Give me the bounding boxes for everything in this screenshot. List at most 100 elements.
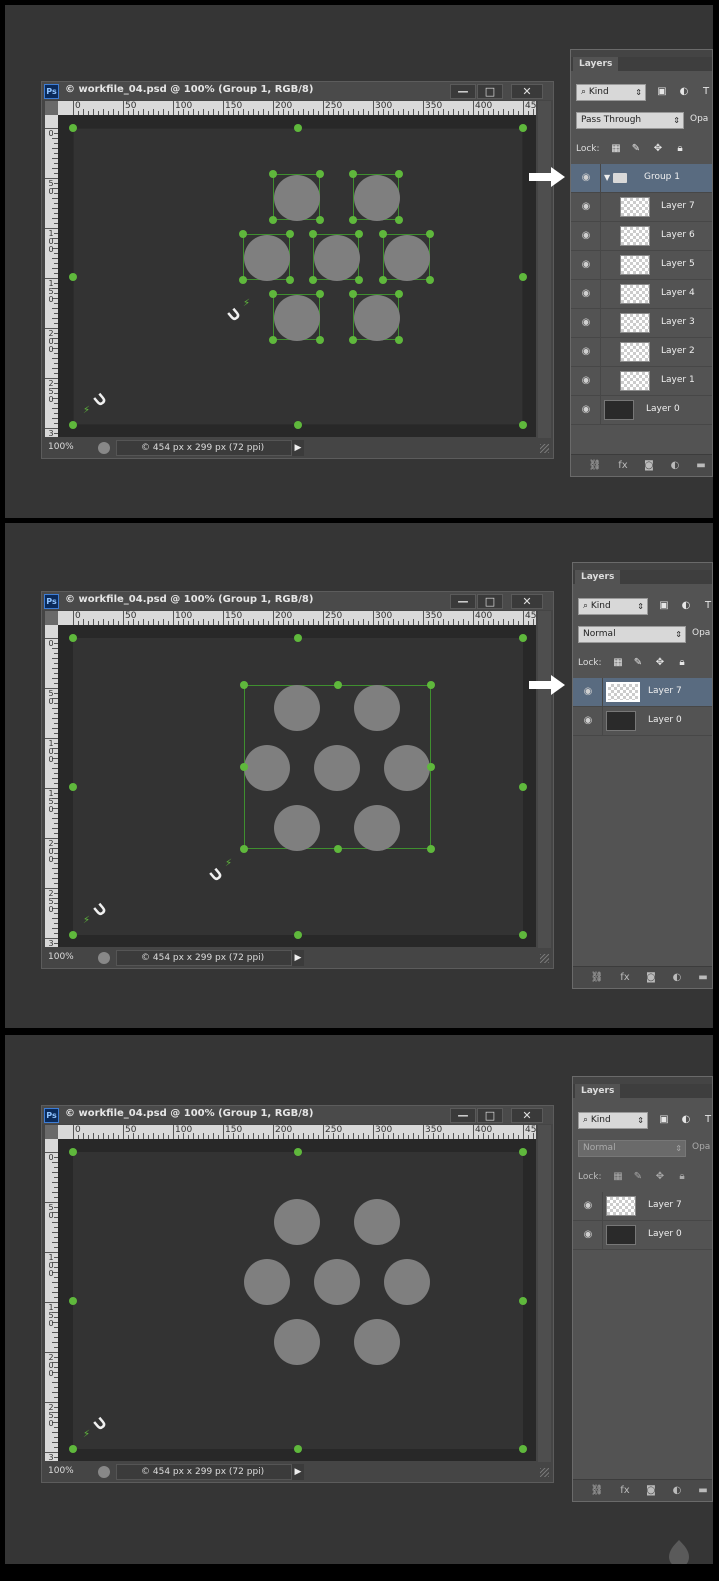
selection-handle[interactable] bbox=[379, 230, 387, 238]
transform-handle[interactable] bbox=[69, 783, 77, 791]
transform-handle[interactable] bbox=[294, 124, 302, 132]
eye-icon[interactable]: ◉ bbox=[580, 347, 592, 357]
mask-icon[interactable]: ◙ bbox=[642, 459, 656, 473]
filter-kind-select[interactable]: ⌕ Kind ⇕ bbox=[576, 84, 646, 101]
selection-handle[interactable] bbox=[427, 681, 435, 689]
transform-handle[interactable] bbox=[519, 783, 527, 791]
resize-grip-icon[interactable] bbox=[540, 444, 549, 453]
selection-handle[interactable] bbox=[286, 230, 294, 238]
adjustment-icon[interactable]: ◐ bbox=[670, 971, 684, 985]
lock-move-icon[interactable]: ✥ bbox=[654, 657, 666, 669]
selection-handle[interactable] bbox=[355, 230, 363, 238]
selection-handle[interactable] bbox=[309, 276, 317, 284]
transform-handle[interactable] bbox=[69, 634, 77, 642]
selection-handle[interactable] bbox=[240, 681, 248, 689]
circle-shape[interactable] bbox=[274, 175, 320, 221]
minimize-button[interactable]: — bbox=[450, 1108, 476, 1123]
blend-mode-select[interactable]: Normal ⇕ bbox=[578, 626, 686, 643]
adjustment-filter-icon[interactable]: ◐ bbox=[678, 86, 690, 98]
circle-shape[interactable] bbox=[274, 805, 320, 851]
selection-handle[interactable] bbox=[316, 216, 324, 224]
document-canvas[interactable]: ∪ ⚡ bbox=[69, 1148, 527, 1453]
vertical-scrollbar[interactable] bbox=[538, 101, 551, 438]
layer-row[interactable]: ◉ Layer 1 bbox=[571, 367, 712, 396]
new-group-icon[interactable]: ▬ bbox=[696, 971, 710, 985]
circle-shape[interactable] bbox=[354, 685, 400, 731]
circle-shape[interactable] bbox=[244, 745, 290, 791]
lock-brush-icon[interactable]: ✎ bbox=[632, 1171, 644, 1183]
resize-grip-icon[interactable] bbox=[540, 954, 549, 963]
circle-shape[interactable] bbox=[274, 1319, 320, 1365]
circle-shape[interactable] bbox=[274, 295, 320, 341]
link-icon[interactable]: ⛓ bbox=[590, 971, 604, 985]
lock-brush-icon[interactable]: ✎ bbox=[630, 143, 642, 155]
transform-handle[interactable] bbox=[294, 931, 302, 939]
ruler-origin[interactable] bbox=[45, 611, 58, 625]
vertical-ruler[interactable]: 0 5 0 1 0 0 1 5 0 2 0 0 2 5 0 3 bbox=[45, 115, 58, 437]
selection-handle[interactable] bbox=[395, 216, 403, 224]
canvas-area[interactable]: ∪ ⚡ ∪ ⚡ bbox=[58, 115, 536, 437]
close-button[interactable]: ✕ bbox=[511, 1108, 543, 1123]
lock-transparent-icon[interactable]: ▦ bbox=[612, 657, 624, 669]
transform-handle[interactable] bbox=[519, 1297, 527, 1305]
eye-icon[interactable]: ◉ bbox=[580, 173, 592, 183]
filter-kind-select[interactable]: ⌕ Kind ⇕ bbox=[578, 1112, 648, 1129]
transform-handle[interactable] bbox=[69, 1445, 77, 1453]
eye-icon[interactable]: ◉ bbox=[580, 289, 592, 299]
eye-icon[interactable]: ◉ bbox=[580, 405, 592, 415]
fx-icon[interactable]: fx bbox=[616, 459, 630, 473]
circle-shape[interactable] bbox=[384, 235, 430, 281]
filter-kind-select[interactable]: ⌕ Kind ⇕ bbox=[578, 598, 648, 615]
selection-handle[interactable] bbox=[395, 336, 403, 344]
selection-handle[interactable] bbox=[316, 290, 324, 298]
mask-icon[interactable]: ◙ bbox=[644, 1484, 658, 1498]
transform-handle[interactable] bbox=[519, 931, 527, 939]
maximize-button[interactable]: □ bbox=[477, 84, 503, 99]
selection-handle[interactable] bbox=[269, 170, 277, 178]
vertical-scrollbar[interactable] bbox=[538, 1125, 551, 1462]
fx-icon[interactable]: fx bbox=[618, 971, 632, 985]
transform-handle[interactable] bbox=[69, 1297, 77, 1305]
selection-handle[interactable] bbox=[239, 230, 247, 238]
close-button[interactable]: ✕ bbox=[511, 84, 543, 99]
selection-handle[interactable] bbox=[349, 336, 357, 344]
lock-all-icon[interactable]: 🔒︎ bbox=[676, 1171, 688, 1183]
transform-handle[interactable] bbox=[69, 124, 77, 132]
transform-handle[interactable] bbox=[69, 273, 77, 281]
type-filter-icon[interactable]: T bbox=[702, 600, 712, 612]
image-filter-icon[interactable]: ▣ bbox=[658, 1114, 670, 1126]
type-filter-icon[interactable]: T bbox=[700, 86, 712, 98]
panel-header[interactable] bbox=[571, 50, 712, 57]
new-group-icon[interactable]: ▬ bbox=[694, 459, 708, 473]
circle-shape[interactable] bbox=[314, 745, 360, 791]
adjustment-icon[interactable]: ◐ bbox=[670, 1484, 684, 1498]
selection-handle[interactable] bbox=[427, 845, 435, 853]
transform-handle[interactable] bbox=[294, 421, 302, 429]
horizontal-ruler[interactable]: 0 50 100 150 200 250 300 350 400 450 bbox=[58, 1125, 536, 1139]
lock-transparent-icon[interactable]: ▦ bbox=[610, 143, 622, 155]
circle-shape[interactable] bbox=[314, 1259, 360, 1305]
transform-handle[interactable] bbox=[519, 1148, 527, 1156]
layer-row[interactable]: ◉ Layer 7 bbox=[571, 193, 712, 222]
circle-shape[interactable] bbox=[354, 1319, 400, 1365]
window-titlebar[interactable]: Ps © workfile_04.psd @ 100% (Group 1, RG… bbox=[42, 1106, 553, 1124]
selection-handle[interactable] bbox=[334, 845, 342, 853]
circle-shape[interactable] bbox=[384, 745, 430, 791]
panel-header[interactable] bbox=[573, 563, 712, 570]
lock-all-icon[interactable]: 🔒︎ bbox=[674, 143, 686, 155]
transform-handle[interactable] bbox=[69, 1148, 77, 1156]
status-menu-arrow[interactable]: ▶ bbox=[292, 440, 304, 456]
mask-icon[interactable]: ◙ bbox=[644, 971, 658, 985]
horizontal-ruler[interactable]: 0 50 100 150 200 250 300 350 400 450 bbox=[58, 101, 536, 115]
transform-handle[interactable] bbox=[519, 124, 527, 132]
expand-triangle-icon[interactable]: ▼ bbox=[604, 173, 610, 182]
transform-handle[interactable] bbox=[519, 273, 527, 281]
selection-handle[interactable] bbox=[349, 216, 357, 224]
zoom-level[interactable]: 100% bbox=[48, 952, 74, 962]
selection-handle[interactable] bbox=[240, 763, 248, 771]
layer-row[interactable]: ◉ Layer 4 bbox=[571, 280, 712, 309]
transform-handle[interactable] bbox=[519, 1445, 527, 1453]
layer-row[interactable]: ◉ Layer 7 bbox=[573, 1192, 712, 1221]
zoom-level[interactable]: 100% bbox=[48, 442, 74, 452]
eye-icon[interactable]: ◉ bbox=[580, 376, 592, 386]
